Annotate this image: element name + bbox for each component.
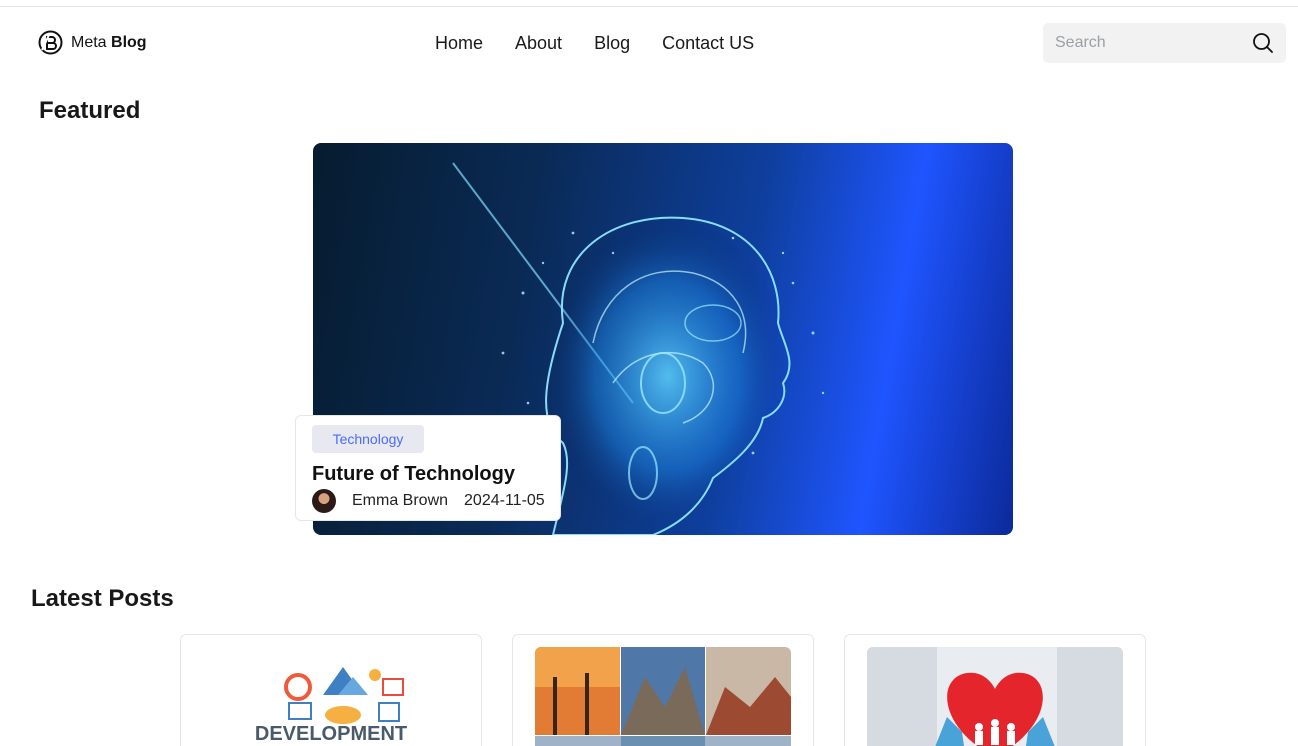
search-box xyxy=(1043,23,1286,63)
featured-heading: Featured xyxy=(39,97,141,124)
post-thumbnail[interactable]: DEVELOPMENT xyxy=(203,647,459,746)
post-date: 2024-11-05 xyxy=(464,492,545,509)
latest-posts-heading: Latest Posts xyxy=(31,585,174,612)
category-tag[interactable]: Technology xyxy=(312,425,424,453)
travel-landscapes-collage xyxy=(535,647,791,746)
logo-bold: Blog xyxy=(111,33,147,51)
logo-prefix: Meta xyxy=(71,33,107,51)
post-card[interactable] xyxy=(512,634,814,746)
nav-about[interactable]: About xyxy=(515,32,562,54)
featured-post-card[interactable]: Technology Future of Technology Emma Bro… xyxy=(295,415,561,521)
post-thumbnail[interactable] xyxy=(535,647,791,746)
post-card[interactable] xyxy=(844,634,1146,746)
post-meta: Emma Brown 2024-11-05 xyxy=(312,489,545,513)
search-icon[interactable] xyxy=(1252,32,1274,54)
development-illustration: DEVELOPMENT xyxy=(203,647,459,746)
blog-logo-icon xyxy=(38,30,63,55)
nav-home[interactable]: Home xyxy=(435,32,483,54)
author-avatar xyxy=(312,489,336,513)
nav-contact[interactable]: Contact US xyxy=(662,32,754,54)
main-nav: Home About Blog Contact US xyxy=(435,32,754,54)
search-input[interactable] xyxy=(1055,34,1252,52)
post-card[interactable]: DEVELOPMENT xyxy=(180,634,482,746)
development-image-text: DEVELOPMENT xyxy=(255,723,407,745)
top-border xyxy=(0,6,1298,7)
site-logo[interactable]: Meta Blog xyxy=(38,30,147,55)
nav-blog[interactable]: Blog xyxy=(594,32,630,54)
heart-in-gloved-hands xyxy=(867,647,1123,746)
author-name[interactable]: Emma Brown xyxy=(352,492,448,510)
post-thumbnail[interactable] xyxy=(867,647,1123,746)
featured-post-title[interactable]: Future of Technology xyxy=(312,463,515,486)
